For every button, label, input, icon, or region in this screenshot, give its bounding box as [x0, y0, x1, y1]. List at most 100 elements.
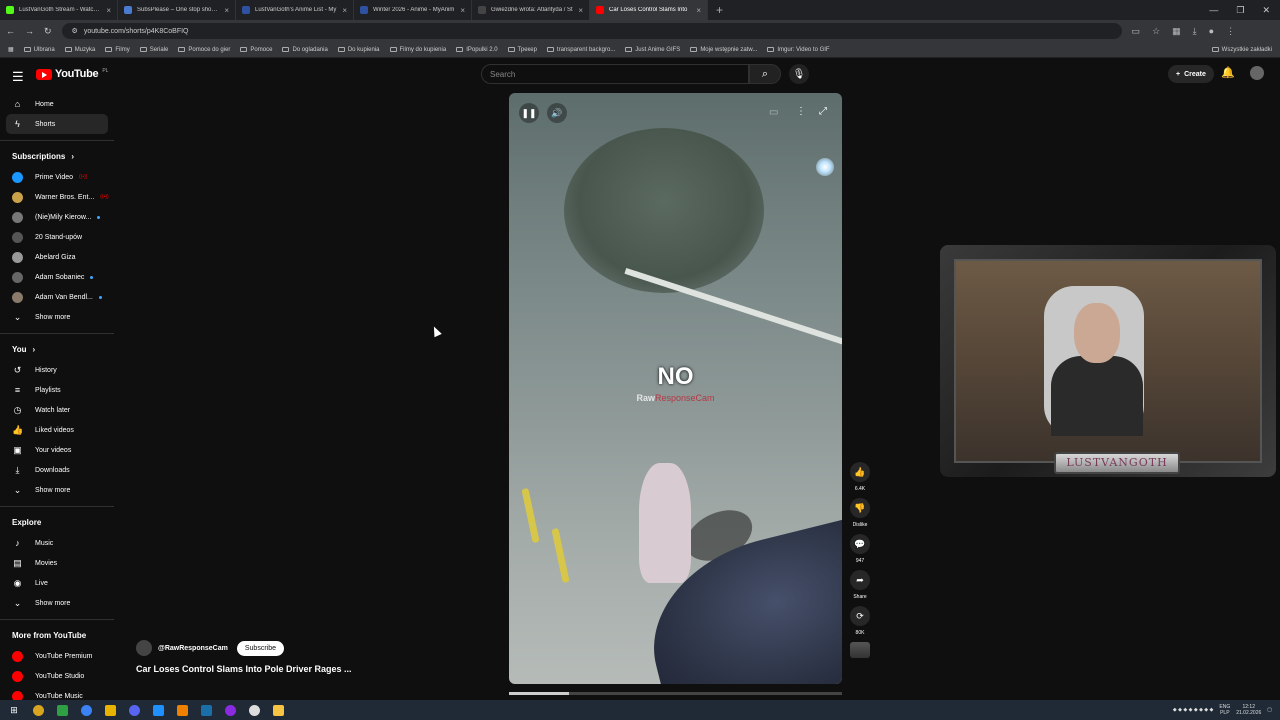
- new-tab-button[interactable]: +: [708, 3, 731, 17]
- sidebar-item-playlists[interactable]: ≡ Playlists: [0, 380, 114, 400]
- bookmark-item[interactable]: Трекер: [507, 47, 537, 53]
- sidebar-subscription-item[interactable]: Warner Bros. Ent... ((•)): [0, 187, 114, 207]
- bookmark-item[interactable]: Muzyka: [64, 47, 95, 53]
- bookmark-item[interactable]: Filmy: [105, 47, 130, 53]
- channel-avatar[interactable]: [136, 640, 152, 656]
- shorts-video-player[interactable]: NO RawResponseCam ❚❚ 🔊 ▭ ⋮ ⤢: [509, 93, 842, 684]
- bookmark-item[interactable]: Just Anime GIFS: [625, 47, 680, 53]
- sidebar-item-music[interactable]: ♪ Music: [0, 533, 114, 553]
- sidebar-subscription-item[interactable]: 20 Stand-upów: [0, 227, 114, 247]
- bookmark-item[interactable]: Moje wstępnie zatw...: [690, 47, 757, 53]
- back-icon[interactable]: ←: [6, 26, 15, 36]
- sidebar-subscription-item[interactable]: (Nie)Mily Kierow...: [0, 207, 114, 227]
- notifications-bell-icon[interactable]: 🔔: [1221, 66, 1235, 79]
- dislike-button[interactable]: 👎 Dislike: [848, 498, 872, 530]
- sidebar-subscription-item[interactable]: Prime Video ((•)): [0, 167, 114, 187]
- browser-tab[interactable]: SubsPlease – One stop shop fo ×: [118, 0, 236, 20]
- bookmark-item[interactable]: Imgur: Video to GIF: [767, 47, 830, 53]
- file-explorer-icon[interactable]: [268, 700, 288, 720]
- close-tab-icon[interactable]: ×: [460, 6, 465, 15]
- close-tab-icon[interactable]: ×: [106, 6, 111, 15]
- bookmark-item[interactable]: Filmy do kupienia: [389, 47, 446, 53]
- show-more-explore[interactable]: ⌄ Show more: [0, 593, 114, 613]
- browser-tab[interactable]: LustVanGoth's Anime List - My ×: [236, 0, 354, 20]
- all-bookmarks[interactable]: Wszystkie zakładki: [1211, 47, 1272, 53]
- reload-icon[interactable]: ↻: [44, 26, 52, 37]
- apps-icon[interactable]: ▦: [8, 46, 14, 53]
- sidebar-item-movies[interactable]: ▤ Movies: [0, 553, 114, 573]
- close-tab-icon[interactable]: ×: [342, 6, 347, 15]
- restore-icon[interactable]: ❐: [1236, 5, 1244, 16]
- extension-icon[interactable]: ▦: [1172, 26, 1181, 37]
- search-button[interactable]: ⌕: [749, 64, 781, 84]
- you-heading[interactable]: You ›: [0, 338, 114, 360]
- bookmark-item[interactable]: IPopulki 2.0: [456, 47, 498, 53]
- sidebar-subscription-item[interactable]: Adam Van Bendl...: [0, 287, 114, 307]
- subscribe-button[interactable]: Subscribe: [236, 640, 284, 656]
- channel-name[interactable]: @RawResponseCam: [158, 645, 228, 652]
- bookmark-item[interactable]: Do kupienia: [337, 47, 380, 53]
- sidebar-item-downloads[interactable]: ⤓ Downloads: [0, 460, 114, 480]
- bookmark-star-icon[interactable]: ☆: [1152, 26, 1160, 37]
- sidebar-item-history[interactable]: ↺ History: [0, 360, 114, 380]
- show-more-you[interactable]: ⌄ Show more: [0, 480, 114, 500]
- language-indicator[interactable]: ENG PLP: [1219, 704, 1230, 716]
- create-button[interactable]: + Create: [1168, 65, 1214, 83]
- share-button[interactable]: ➦ Share: [848, 570, 872, 602]
- subscriptions-heading[interactable]: Subscriptions ›: [0, 145, 114, 167]
- windows-start-icon[interactable]: ⊞: [4, 700, 24, 720]
- menu-dots-icon[interactable]: ⋮: [1226, 26, 1235, 37]
- sidebar-item-home[interactable]: ⌂ Home: [0, 94, 114, 114]
- bookmark-item[interactable]: transparent backgro...: [546, 47, 615, 53]
- browser-tab[interactable]: Car Loses Control Slams Into ×: [590, 0, 708, 20]
- tray-icons[interactable]: ◆ ◆ ◆ ◆ ◆ ◆ ◆ ◆: [1173, 707, 1214, 713]
- app-icon[interactable]: [220, 700, 240, 720]
- video-progress-bar[interactable]: [509, 692, 842, 695]
- sidebar-item-live[interactable]: ◉ Live: [0, 573, 114, 593]
- sidebar-item-shorts[interactable]: ϟ Shorts: [6, 114, 108, 134]
- sidebar-item-youtube-premium[interactable]: YouTube Premium: [0, 646, 114, 666]
- clock[interactable]: 12:12 21.02.2026: [1236, 704, 1261, 716]
- sidebar-item-liked-videos[interactable]: 👍 Liked videos: [0, 420, 114, 440]
- like-button[interactable]: 👍 6.4K: [848, 462, 872, 494]
- account-avatar[interactable]: [1250, 66, 1264, 80]
- forward-icon[interactable]: →: [25, 26, 34, 36]
- site-info-icon[interactable]: ⚙: [72, 27, 78, 35]
- bookmark-item[interactable]: Do ogladania: [282, 47, 328, 53]
- obs-icon[interactable]: [244, 700, 264, 720]
- hamburger-menu-icon[interactable]: ☰: [12, 69, 24, 85]
- close-tab-icon[interactable]: ×: [224, 6, 229, 15]
- browser-tab[interactable]: LustVanGoth Stream - Watch Li ×: [0, 0, 118, 20]
- browser-tab[interactable]: Winter 2026 - Anime - MyAnim ×: [354, 0, 472, 20]
- comments-button[interactable]: 💬 947: [848, 534, 872, 566]
- bookmark-item[interactable]: Pomoce: [240, 47, 272, 53]
- sidebar-item-youtube-studio[interactable]: YouTube Studio: [0, 666, 114, 686]
- remix-button[interactable]: ⟳ 80K: [848, 606, 872, 638]
- show-more-subscriptions[interactable]: ⌄ Show more: [0, 307, 114, 327]
- sidebar-item-your-videos[interactable]: ▣ Your videos: [0, 440, 114, 460]
- captions-icon[interactable]: ▭: [769, 107, 778, 118]
- sidebar-subscription-item[interactable]: Abelard Giza: [0, 247, 114, 267]
- voice-search-button[interactable]: 🎙: [789, 64, 809, 84]
- search-input[interactable]: Search: [481, 64, 749, 84]
- more-options-icon[interactable]: ⋮: [796, 106, 806, 117]
- app-icon[interactable]: [148, 700, 168, 720]
- minimize-icon[interactable]: —: [1209, 5, 1218, 16]
- video-title[interactable]: Car Loses Control Slams Into Pole Driver…: [136, 664, 352, 674]
- youtube-logo[interactable]: YouTube PL: [36, 68, 108, 80]
- discord-icon[interactable]: [124, 700, 144, 720]
- app-icon[interactable]: [76, 700, 96, 720]
- sidebar-item-watch-later[interactable]: ◷ Watch later: [0, 400, 114, 420]
- notifications-icon[interactable]: ▢: [1267, 707, 1272, 713]
- close-tab-icon[interactable]: ×: [578, 6, 583, 15]
- browser-tab[interactable]: Gwiezdne wrota: Atlantyda / St ×: [472, 0, 590, 20]
- bookmark-item[interactable]: Seriale: [139, 47, 168, 53]
- bookmark-item[interactable]: Pomoce do gier: [178, 47, 230, 53]
- volume-button[interactable]: 🔊: [547, 103, 567, 123]
- cast-icon[interactable]: ▭: [1132, 26, 1141, 37]
- app-icon[interactable]: [100, 700, 120, 720]
- sound-thumbnail[interactable]: [850, 642, 870, 658]
- app-icon[interactable]: [52, 700, 72, 720]
- close-tab-icon[interactable]: ×: [696, 6, 701, 15]
- pause-button[interactable]: ❚❚: [519, 103, 539, 123]
